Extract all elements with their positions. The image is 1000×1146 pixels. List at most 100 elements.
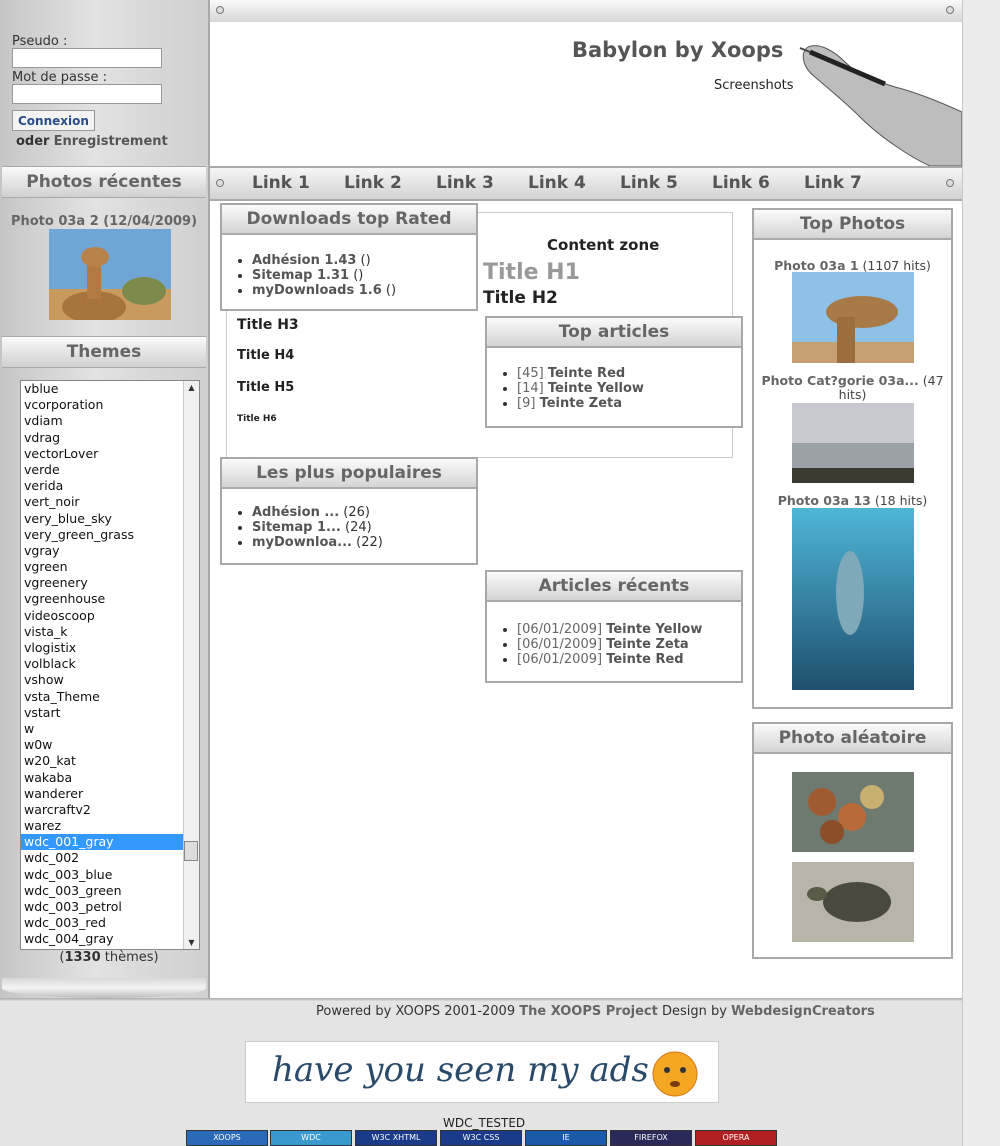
password-input[interactable] [12, 84, 162, 104]
top-photo-caption[interactable]: Photo 03a 1 (1107 hits) [754, 258, 951, 273]
theme-option[interactable]: vblue [21, 381, 199, 397]
theme-option[interactable]: wdc_004_gray [21, 931, 199, 947]
theme-option[interactable]: vdrag [21, 430, 199, 446]
nav-link-5[interactable]: Link 5 [620, 173, 678, 193]
theme-option[interactable]: very_blue_sky [21, 511, 199, 527]
list-item[interactable]: [9] Teinte Zeta [517, 396, 644, 411]
list-item[interactable]: Adhésion ... (26) [252, 505, 383, 520]
article-link[interactable]: Teinte Red [548, 366, 625, 381]
popular-link[interactable]: myDownloa... [252, 535, 352, 550]
list-item[interactable]: [14] Teinte Yellow [517, 381, 644, 396]
theme-option[interactable]: vgray [21, 543, 199, 559]
scroll-thumb[interactable] [184, 841, 198, 861]
top-photo-name[interactable]: Photo 03a 13 [778, 493, 871, 508]
top-photo-caption[interactable]: Photo 03a 13 (18 hits) [754, 493, 951, 508]
top-photo-birds[interactable] [792, 403, 914, 483]
theme-option[interactable]: vdiam [21, 413, 199, 429]
footer-designer-link[interactable]: WebdesignCreators [731, 1004, 875, 1019]
top-photo-name[interactable]: Photo Cat?gorie 03a... [761, 373, 918, 388]
nav-link-1[interactable]: Link 1 [252, 173, 310, 193]
nav-link-2[interactable]: Link 2 [344, 173, 402, 193]
theme-option[interactable]: vectorLover [21, 446, 199, 462]
article-link[interactable]: Teinte Red [606, 652, 683, 667]
nav-link-3[interactable]: Link 3 [436, 173, 494, 193]
article-link[interactable]: Teinte Yellow [606, 622, 702, 637]
theme-option[interactable]: vgreen [21, 559, 199, 575]
list-item[interactable]: myDownloa... (22) [252, 535, 383, 550]
list-item[interactable]: Sitemap 1.31 () [252, 268, 396, 283]
theme-option[interactable]: warez [21, 818, 199, 834]
theme-option[interactable]: vgreenhouse [21, 591, 199, 607]
article-link[interactable]: Teinte Zeta [606, 637, 688, 652]
random-photo-coins[interactable] [792, 772, 914, 852]
top-photo-name[interactable]: Photo 03a 1 [774, 258, 858, 273]
top-photo-dolphin[interactable] [792, 508, 914, 690]
theme-option[interactable]: w [21, 721, 199, 737]
theme-option[interactable]: vlogistix [21, 640, 199, 656]
theme-option[interactable]: w0w [21, 737, 199, 753]
nav-link-6[interactable]: Link 6 [712, 173, 770, 193]
nav-link-4[interactable]: Link 4 [528, 173, 586, 193]
list-item[interactable]: Sitemap 1... (24) [252, 520, 383, 535]
opera-badge[interactable]: OPERA [695, 1130, 777, 1146]
pseudo-input[interactable] [12, 48, 162, 68]
theme-option[interactable]: vsta_Theme [21, 689, 199, 705]
theme-option[interactable]: vshow [21, 672, 199, 688]
top-photo-caption[interactable]: Photo Cat?gorie 03a... (47 hits) [754, 374, 951, 402]
theme-option[interactable]: vstart [21, 705, 199, 721]
themes-listbox[interactable]: vblue vcorporation vdiam vdrag vectorLover ve… [20, 380, 200, 950]
theme-option[interactable]: vcorporation [21, 397, 199, 413]
camel-photo[interactable] [49, 229, 171, 320]
recent-photo-caption[interactable]: Photo 03a 2 (12/04/2009) [2, 214, 206, 229]
theme-option[interactable]: wakaba [21, 770, 199, 786]
download-link[interactable]: myDownloads 1.6 [252, 283, 382, 298]
theme-option[interactable]: very_green_grass [21, 527, 199, 543]
theme-option[interactable]: verida [21, 478, 199, 494]
popular-link[interactable]: Sitemap 1... [252, 520, 341, 535]
register-link[interactable]: Enregistrement [54, 134, 168, 149]
nav-link-7[interactable]: Link 7 [804, 173, 862, 193]
firefox-badge[interactable]: FIREFOX [610, 1130, 692, 1146]
theme-option[interactable]: vgreenery [21, 575, 199, 591]
theme-option[interactable]: wdc_003_blue [21, 867, 199, 883]
theme-option[interactable]: wdc_003_petrol [21, 899, 199, 915]
article-link[interactable]: Teinte Yellow [548, 381, 644, 396]
scroll-up-icon[interactable]: ▲ [184, 381, 199, 392]
download-link[interactable]: Sitemap 1.31 [252, 268, 349, 283]
scroll-down-icon[interactable]: ▼ [184, 938, 199, 947]
list-item[interactable]: myDownloads 1.6 () [252, 283, 396, 298]
list-item[interactable]: [06/01/2009] Teinte Red [517, 652, 702, 667]
theme-option[interactable]: verde [21, 462, 199, 478]
article-link[interactable]: Teinte Zeta [540, 396, 622, 411]
ad-banner[interactable]: have you seen my ads ? [245, 1041, 719, 1103]
theme-option[interactable]: wanderer [21, 786, 199, 802]
connexion-button[interactable]: Connexion [12, 110, 95, 131]
theme-option[interactable]: wdc_001_gray [21, 834, 199, 851]
w3c-xhtml-badge[interactable]: W3C XHTML [355, 1130, 437, 1146]
list-item[interactable]: [45] Teinte Red [517, 366, 644, 381]
list-item[interactable]: [06/01/2009] Teinte Zeta [517, 637, 702, 652]
list-item[interactable]: [06/01/2009] Teinte Yellow [517, 622, 702, 637]
theme-option[interactable]: vista_k [21, 624, 199, 640]
register-line: oder Enregistrement [16, 134, 168, 149]
theme-option[interactable]: vert_noir [21, 494, 199, 510]
theme-option[interactable]: w20_kat [21, 753, 199, 769]
theme-option[interactable]: wdc_002 [21, 850, 199, 866]
w3c-css-badge[interactable]: W3C CSS [440, 1130, 522, 1146]
xoops-badge[interactable]: XOOPS [186, 1130, 268, 1146]
popular-link[interactable]: Adhésion ... [252, 505, 339, 520]
top-photo-camel[interactable] [792, 272, 914, 363]
footer-project-link[interactable]: The XOOPS Project [519, 1004, 658, 1019]
theme-option[interactable]: wdc_003_red [21, 915, 199, 931]
themes-scrollbar[interactable]: ▲ ▼ [183, 381, 199, 949]
theme-option[interactable]: volblack [21, 656, 199, 672]
download-link[interactable]: Adhésion 1.43 [252, 253, 356, 268]
theme-option[interactable]: warcraftv2 [21, 802, 199, 818]
theme-option[interactable]: videoscoop [21, 608, 199, 624]
theme-option[interactable]: wdc_003_green [21, 883, 199, 899]
list-item[interactable]: Adhésion 1.43 () [252, 253, 396, 268]
wdc-badge[interactable]: WDC [270, 1130, 352, 1146]
site-title[interactable]: Babylon by Xoops [572, 38, 783, 62]
random-photo-turtle[interactable] [792, 862, 914, 942]
ie-badge[interactable]: IE [525, 1130, 607, 1146]
